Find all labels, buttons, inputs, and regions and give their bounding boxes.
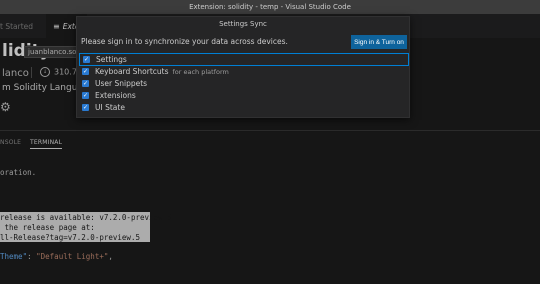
dialog-message: Please sign in to synchronize your data … (81, 37, 288, 46)
checkbox-checked-icon[interactable]: ✓ (82, 68, 89, 75)
checkbox-checked-icon[interactable]: ✓ (83, 56, 90, 63)
checkbox-checked-icon[interactable]: ✓ (82, 92, 89, 99)
option-keyboard-shortcuts[interactable]: ✓ Keyboard Shortcuts for each platform (79, 66, 409, 77)
checkbox-checked-icon[interactable]: ✓ (82, 80, 89, 87)
window-title: Extension: solidity - temp - Visual Stud… (0, 0, 540, 14)
option-user-snippets[interactable]: ✓ User Snippets (79, 78, 409, 89)
option-label: User Snippets (95, 79, 148, 88)
option-extensions[interactable]: ✓ Extensions (79, 90, 409, 101)
option-label: Settings (96, 55, 127, 64)
option-label: UI State (95, 103, 125, 112)
dialog-title: Settings Sync (219, 20, 267, 28)
option-ui-state[interactable]: ✓ UI State (79, 102, 409, 113)
option-label: Keyboard Shortcuts (95, 67, 169, 76)
sign-in-turn-on-button[interactable]: Sign in & Turn on (351, 35, 407, 49)
option-settings[interactable]: ✓ Settings (79, 53, 409, 66)
settings-sync-dialog: Settings Sync Please sign in to synchron… (76, 16, 410, 118)
option-label: Extensions (95, 91, 136, 100)
checkbox-checked-icon[interactable]: ✓ (82, 104, 89, 111)
option-hint: for each platform (172, 67, 229, 76)
